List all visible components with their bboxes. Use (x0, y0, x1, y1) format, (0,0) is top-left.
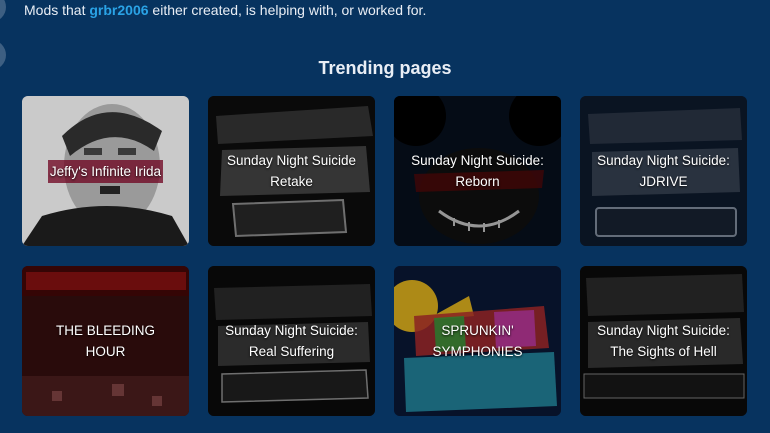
card-title: Sunday Night Suicide Retake (226, 153, 357, 189)
trending-card-the-bleeding-hour[interactable]: THE BLEEDING HOUR (22, 266, 189, 416)
card-title: Sunday Night Suicide: Reborn (411, 153, 544, 189)
trending-card-sns-reborn[interactable]: Sunday Night Suicide: Reborn (394, 96, 561, 246)
card-title: Sunday Night Suicide: JDRIVE (597, 153, 730, 189)
intro-suffix: either created, is helping with, or work… (148, 2, 427, 18)
trending-card-jeffys-infinite-irida[interactable]: Jeffy's Infinite Irida (22, 96, 189, 246)
card-title: Sunday Night Suicide: The Sights of Hell (597, 323, 730, 359)
trending-pages-grid: Jeffy's Infinite Irida Sunday Night Suic… (22, 96, 747, 416)
trending-card-sns-jdrive[interactable]: Sunday Night Suicide: JDRIVE (580, 96, 747, 246)
trending-pages-heading: Trending pages (318, 58, 452, 78)
card-title: SPRUNKIN' SYMPHONIES (432, 323, 523, 359)
sidebar-toggle-top[interactable] (0, 0, 6, 22)
trending-card-sns-real-suffering[interactable]: Sunday Night Suicide: Real Suffering (208, 266, 375, 416)
card-title: Sunday Night Suicide: Real Suffering (225, 323, 358, 359)
trending-card-sprunkin-symphonies[interactable]: SPRUNKIN' SYMPHONIES (394, 266, 561, 416)
card-title: Jeffy's Infinite Irida (22, 96, 189, 246)
trending-card-sns-sights-of-hell[interactable]: Sunday Night Suicide: The Sights of Hell (580, 266, 747, 416)
intro-prefix: Mods that (24, 2, 90, 18)
card-title: THE BLEEDING HOUR (55, 323, 156, 359)
trending-card-sns-retake[interactable]: Sunday Night Suicide Retake (208, 96, 375, 246)
username-link[interactable]: grbr2006 (89, 2, 148, 18)
mods-intro-text: Mods that grbr2006 either created, is he… (24, 2, 426, 18)
